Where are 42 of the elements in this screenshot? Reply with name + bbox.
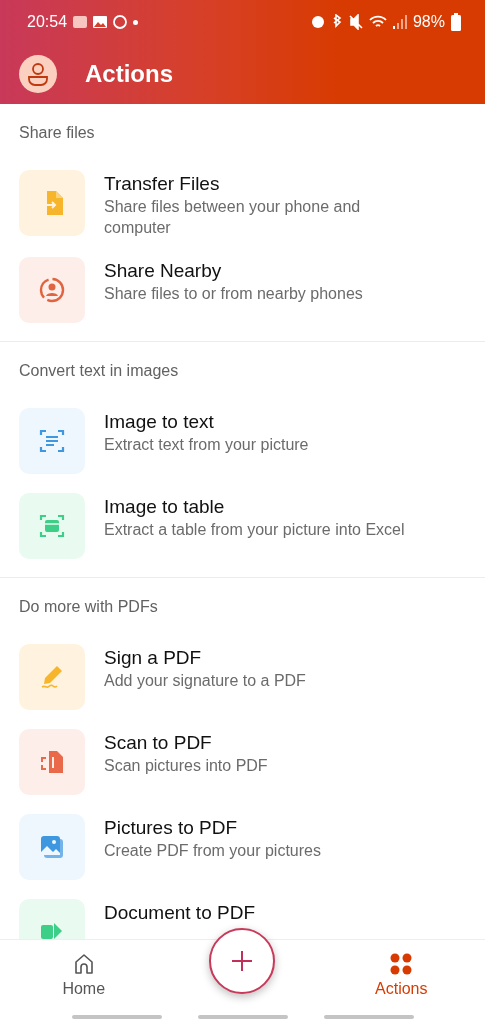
nav-tab[interactable]: Home (0, 940, 168, 1024)
action-description: Extract text from your picture (104, 435, 309, 455)
action-tile[interactable] (19, 170, 85, 236)
add-button[interactable] (209, 928, 275, 994)
action-tile[interactable] (19, 408, 85, 474)
action-tile[interactable] (19, 644, 85, 710)
grid-dots-icon (389, 952, 414, 976)
nav-tab[interactable]: Actions (317, 940, 485, 1024)
action-description: Scan pictures into PDF (104, 756, 268, 776)
action-tile[interactable] (19, 729, 85, 795)
section-heading: Do more with PDFs (18, 597, 159, 617)
action-description: Share files between your phone and computer (104, 197, 362, 238)
action-description: Extract a table from your picture into Excel (104, 520, 405, 540)
status-time: 20:54 (27, 13, 68, 31)
section-heading: Share files (18, 123, 96, 143)
dot-icon (133, 19, 139, 25)
action-description: Add your signature to a PDF (104, 671, 306, 691)
plus-icon (230, 949, 254, 973)
mute-icon (348, 14, 363, 30)
person-circle-icon (37, 275, 67, 305)
battery-percent: 98% (412, 13, 445, 31)
app-notification-icon (73, 16, 88, 28)
action-title[interactable]: Image to text (104, 410, 309, 434)
action-title[interactable]: Document to PDF (104, 901, 255, 925)
page-title: Actions (85, 60, 173, 88)
action-description: Share files to or from nearby phones (104, 284, 363, 304)
action-tile[interactable] (19, 257, 85, 323)
action-title[interactable]: Image to table (104, 495, 405, 519)
action-title[interactable]: Pictures to PDF (104, 816, 321, 840)
action-tile[interactable] (19, 814, 85, 880)
action-title[interactable]: Sign a PDF (104, 646, 306, 670)
action-tile[interactable] (19, 493, 85, 559)
battery-icon (451, 13, 461, 31)
image-icon (93, 16, 108, 28)
action-title[interactable]: Scan to PDF (104, 731, 268, 755)
avatar-icon[interactable] (19, 55, 57, 93)
wifi-icon (368, 15, 387, 29)
action-description: Create PDF from your pictures (104, 841, 321, 861)
action-title[interactable]: Share Nearby (104, 259, 363, 283)
signal-icon (392, 15, 407, 29)
section-heading: Convert text in images (18, 361, 180, 381)
action-title[interactable]: Transfer Files (104, 172, 424, 196)
